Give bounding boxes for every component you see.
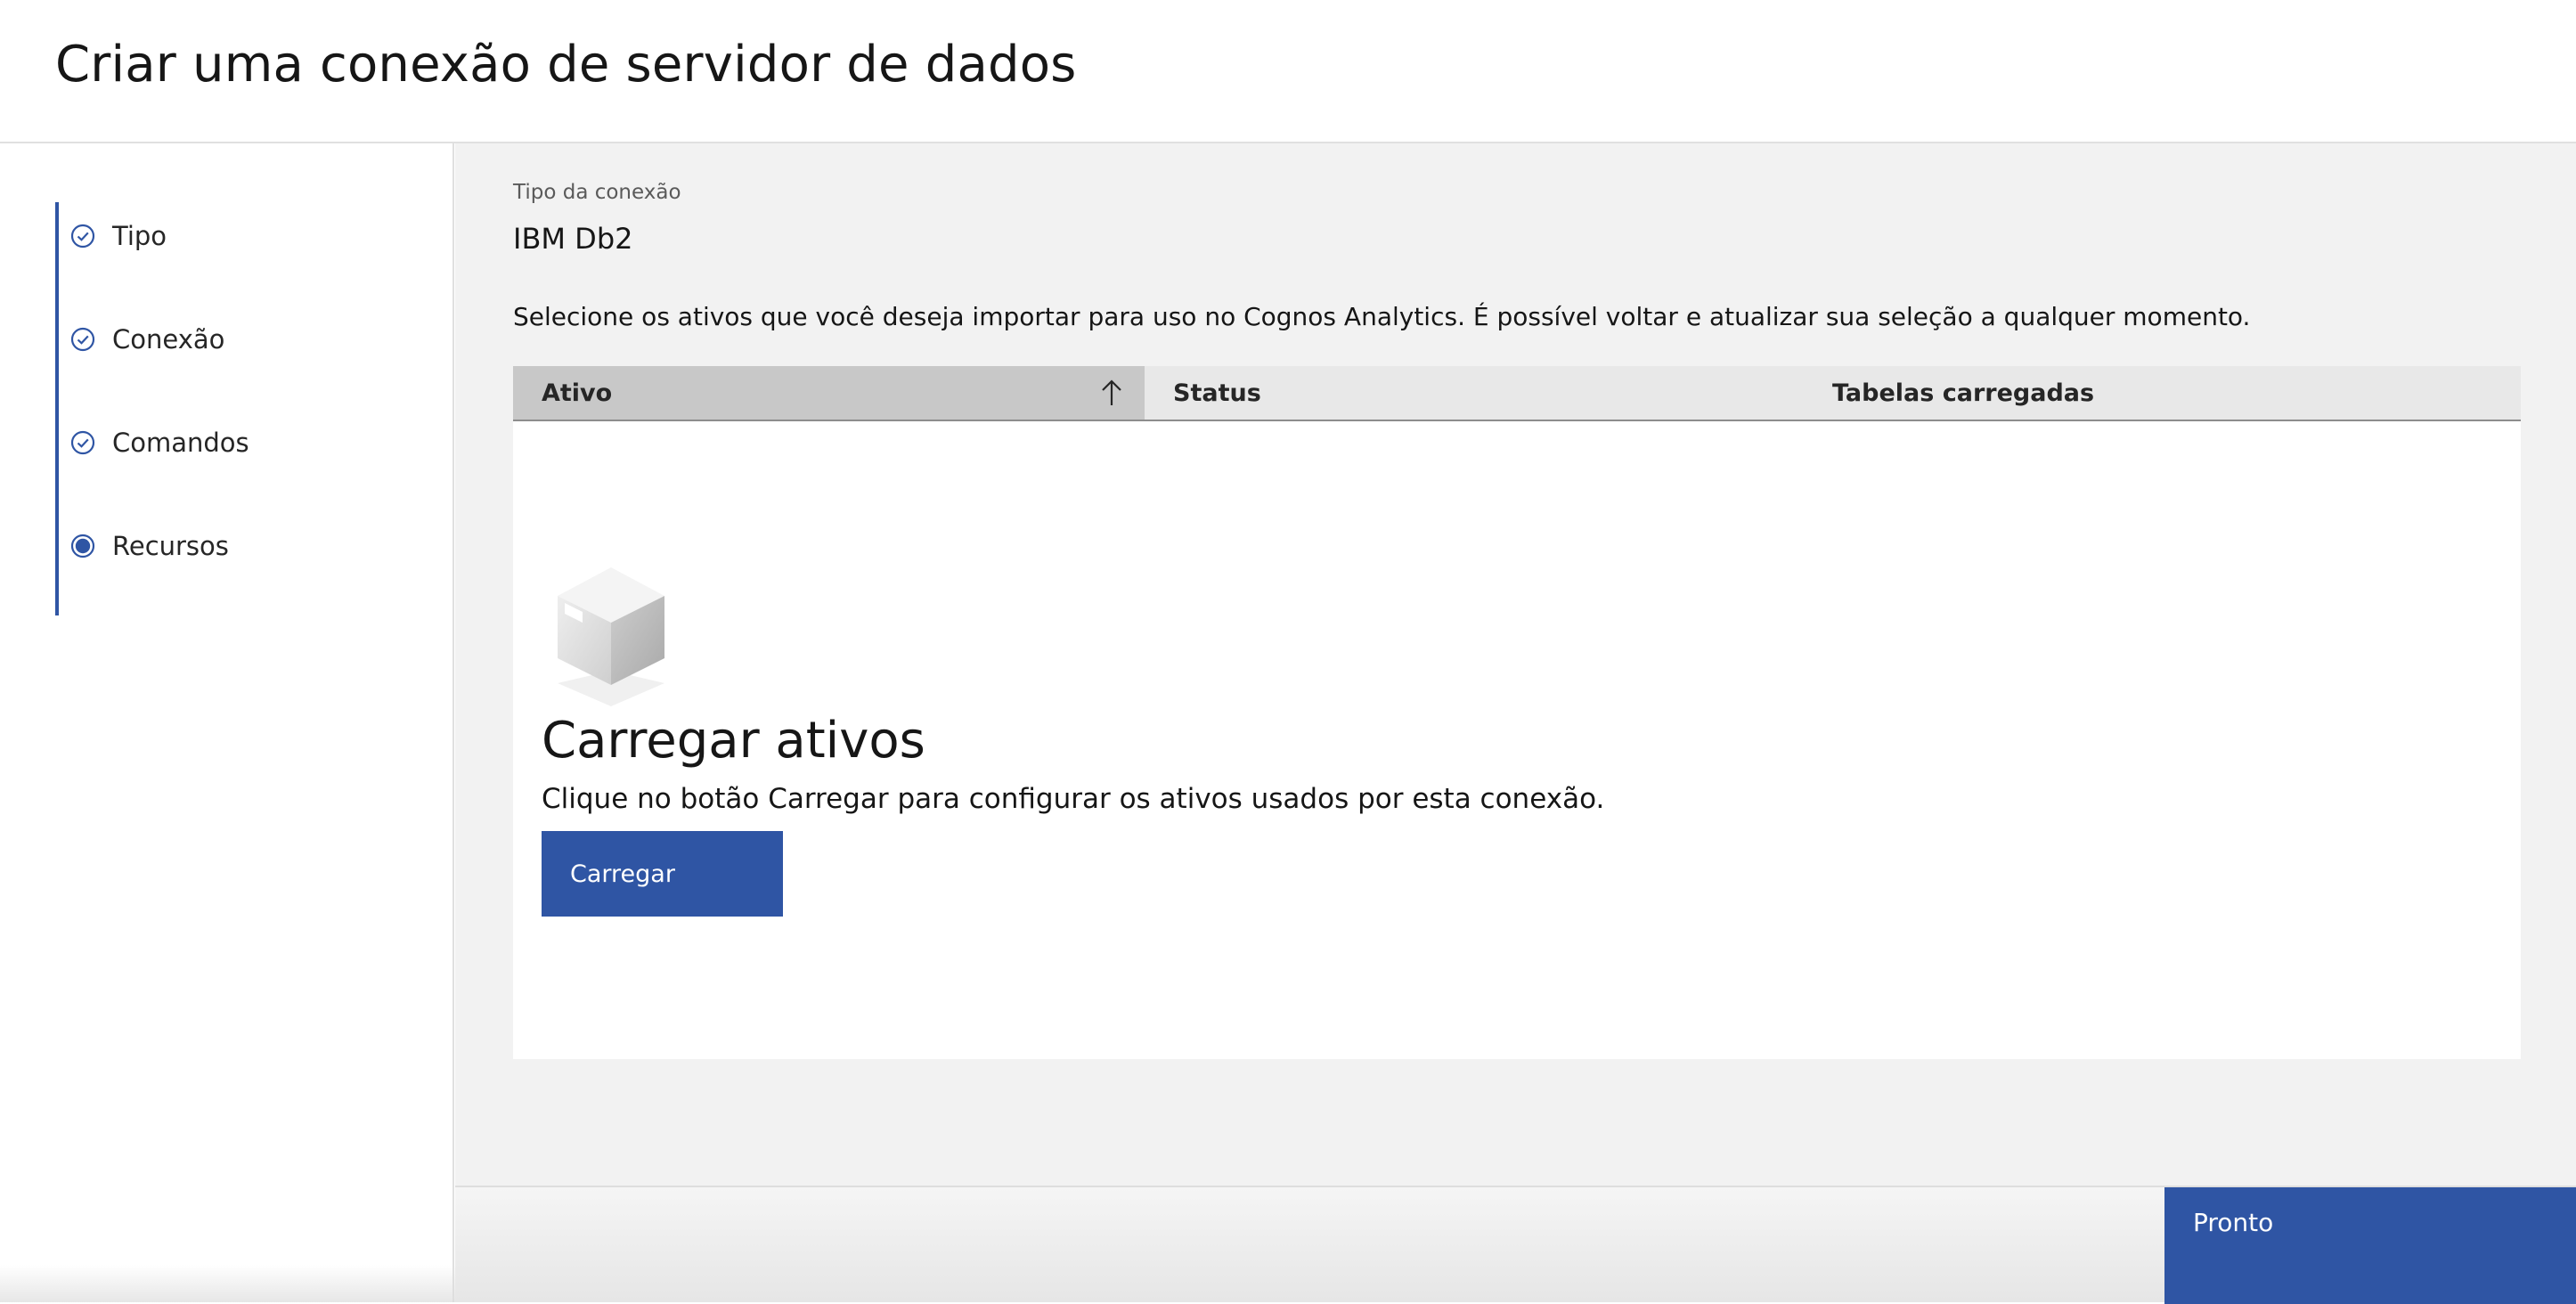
radio-current-icon [70,534,95,558]
checkmark-outline-icon [70,224,95,249]
step-label: Tipo [112,221,167,251]
empty-state-description: Clique no botão Carregar para configurar… [542,783,1605,815]
column-header-status[interactable]: Status [1145,366,1795,420]
empty-state-title: Carregar ativos [542,712,925,770]
step-conexao[interactable]: Conexão [69,322,224,357]
instruction-text: Selecione os ativos que você deseja impo… [513,302,2251,331]
table-header: Ativo Status Tabelas carregadas [513,366,2521,421]
stepper-progress-line [55,202,59,615]
step-tipo[interactable]: Tipo [69,218,167,254]
column-header-ativo[interactable]: Ativo [513,366,1145,420]
step-label: Recursos [112,531,229,561]
connection-type-value: IBM Db2 [513,222,633,256]
page-header: Criar uma conexão de servidor de dados [0,0,2576,143]
assets-table: Ativo Status Tabelas carregadas Carregar… [513,366,2521,1059]
checkmark-outline-icon [70,430,95,455]
main-content: Tipo da conexão IBM Db2 Selecione os ati… [455,143,2576,1186]
step-label: Conexão [112,324,225,355]
column-header-label: Tabelas carregadas [1832,379,2095,407]
page-title: Criar uma conexão de servidor de dados [55,36,1077,94]
bottom-shadow [0,1265,455,1302]
checkmark-outline-icon [70,327,95,352]
sidebar-stepper: Tipo Conexão Comandos Recursos [0,143,454,1302]
footer-bar: Pronto [455,1186,2576,1304]
column-header-tabelas-carregadas[interactable]: Tabelas carregadas [1804,366,2521,420]
step-comandos[interactable]: Comandos [69,425,249,460]
connection-type-label: Tipo da conexão [513,181,681,204]
done-button[interactable]: Pronto [2164,1187,2576,1304]
column-header-label: Ativo [542,379,613,407]
column-header-label: Status [1173,379,1261,407]
load-assets-button[interactable]: Carregar [542,831,783,917]
sort-ascending-icon[interactable] [1098,379,1125,407]
package-box-icon [558,567,664,706]
step-label: Comandos [112,428,249,458]
step-recursos[interactable]: Recursos [69,528,229,564]
